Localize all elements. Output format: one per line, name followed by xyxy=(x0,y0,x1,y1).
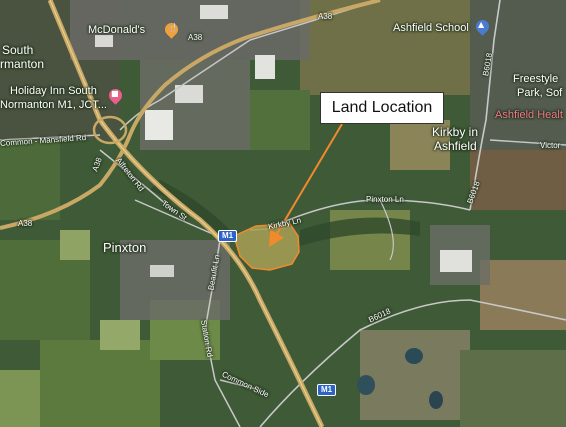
graduation-cap-icon: ▲ xyxy=(478,20,485,29)
fork-knife-icon: 🍴 xyxy=(168,23,178,32)
poi-ashfield-school[interactable]: Ashfield School xyxy=(393,22,469,34)
poi-holiday-inn[interactable]: Holiday Inn South xyxy=(10,85,97,97)
poi-mcdonalds[interactable]: McDonald's xyxy=(88,24,145,36)
place-south-line2: rmanton xyxy=(0,57,45,71)
road-label-a38-top: A38 xyxy=(318,12,333,21)
road-label-pinxton-ln: Pinxton Ln xyxy=(366,195,404,204)
bed-icon: ■ xyxy=(111,89,119,98)
satellite-map[interactable]: Land Location 🍴 ■ ▲ McDonald's Holiday I… xyxy=(0,0,566,427)
m1-shield-top: M1 xyxy=(218,230,238,242)
place-south: South xyxy=(2,43,34,57)
poi-holiday-inn-line2[interactable]: Normanton M1, JCT... xyxy=(0,99,107,111)
road-label-victoria: Victor xyxy=(540,141,561,150)
road-label-a38-west: A38 xyxy=(18,219,33,228)
m1-shield-bottom: M1 xyxy=(317,384,337,396)
land-location-callout: Land Location xyxy=(320,92,444,124)
place-kirkby-line1: Kirkby in xyxy=(432,125,479,139)
poi-ashfield-health[interactable]: Ashfield Healt xyxy=(495,109,563,121)
callout-arrow-layer xyxy=(268,123,343,248)
poi-freestyle[interactable]: Freestyle xyxy=(513,73,558,85)
poi-freestyle-line2[interactable]: Park, Sof xyxy=(517,87,562,99)
place-pinxton: Pinxton xyxy=(103,240,147,255)
place-kirkby-line2: Ashfield xyxy=(434,139,477,153)
road-label-a38-mid: A38 xyxy=(188,33,203,42)
